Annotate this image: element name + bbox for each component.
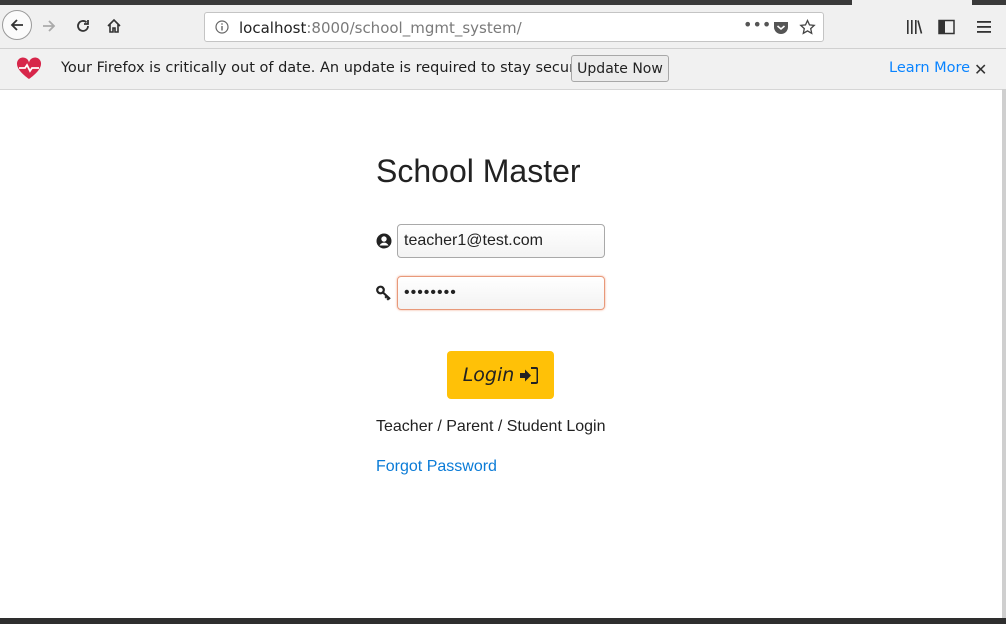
- pocket-icon[interactable]: [773, 20, 789, 35]
- back-button[interactable]: [2, 10, 32, 40]
- sidebar-icon[interactable]: [938, 19, 955, 35]
- password-field[interactable]: [397, 276, 605, 310]
- close-icon[interactable]: ✕: [974, 60, 987, 79]
- sign-in-icon: [520, 366, 539, 384]
- email-field[interactable]: [397, 224, 605, 258]
- update-notification-bar: Your Firefox is critically out of date. …: [0, 49, 1006, 90]
- login-button[interactable]: Login: [447, 351, 554, 399]
- menu-icon[interactable]: [977, 20, 991, 34]
- home-icon: [107, 18, 121, 33]
- bookmark-star-icon[interactable]: [799, 19, 816, 36]
- more-icon[interactable]: •••: [743, 15, 771, 34]
- url-text: localhost:8000/school_mgmt_system/: [239, 19, 522, 37]
- browser-toolbar: localhost:8000/school_mgmt_system/ •••: [0, 0, 1006, 49]
- user-circle-icon: [376, 233, 392, 249]
- info-icon: [215, 20, 229, 34]
- library-icon[interactable]: [906, 19, 923, 35]
- notification-message: Your Firefox is critically out of date. …: [61, 60, 589, 76]
- window-bottom-strip: [0, 618, 1006, 624]
- login-button-label: Login: [462, 364, 515, 386]
- forward-button[interactable]: [38, 15, 60, 37]
- update-now-button[interactable]: Update Now: [571, 55, 669, 82]
- tab-strip-right: [972, 0, 1006, 5]
- key-icon: [376, 285, 391, 301]
- window-right-edge: [1002, 89, 1006, 619]
- learn-more-link[interactable]: Learn More: [889, 60, 970, 76]
- forward-icon: [43, 20, 56, 32]
- reload-icon: [77, 20, 89, 32]
- url-bar[interactable]: localhost:8000/school_mgmt_system/ •••: [204, 12, 824, 42]
- login-subtitle: Teacher / Parent / Student Login: [376, 418, 606, 435]
- home-button[interactable]: [103, 15, 125, 37]
- forgot-password-link[interactable]: Forgot Password: [376, 458, 497, 476]
- tab-strip: [0, 0, 852, 5]
- heart-pulse-icon: [16, 57, 42, 79]
- page-title: School Master: [376, 153, 581, 189]
- reload-button[interactable]: [72, 15, 94, 37]
- back-icon: [10, 19, 23, 31]
